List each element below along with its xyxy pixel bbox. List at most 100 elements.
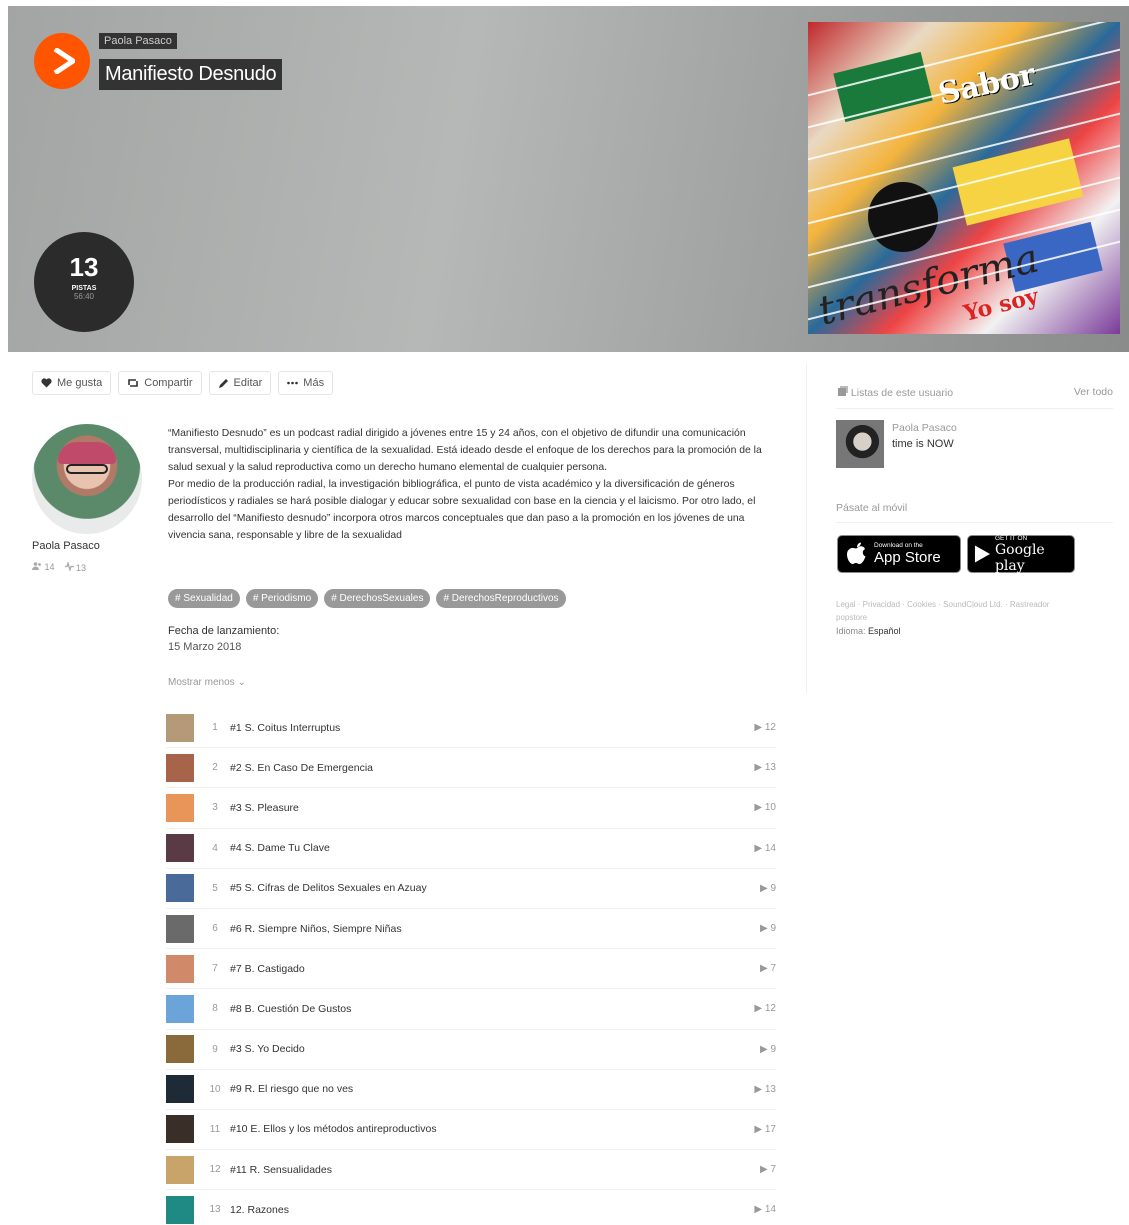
- track-title[interactable]: #3 S. Yo Decido: [230, 1043, 742, 1055]
- repost-icon: [128, 379, 139, 387]
- track-artwork[interactable]: [166, 713, 194, 742]
- playlist-title: Manifiesto Desnudo: [99, 59, 283, 90]
- play-button[interactable]: [34, 33, 90, 89]
- playlists-header: Listas de este usuario Ver todo: [838, 386, 1113, 399]
- playlist-hero: Paola Pasaco Manifiesto Desnudo 13 PISTA…: [8, 6, 1129, 352]
- track-row[interactable]: 9 #3 S. Yo Decido ▶ 9: [166, 1030, 776, 1070]
- track-play-count: ▶ 9: [742, 883, 776, 894]
- track-artwork[interactable]: [166, 793, 194, 822]
- track-title[interactable]: #1 S. Coitus Interruptus: [230, 722, 742, 734]
- track-artwork[interactable]: [166, 874, 194, 903]
- user-avatar[interactable]: [32, 424, 142, 534]
- track-row[interactable]: 12 #11 R. Sensualidades ▶ 7: [166, 1150, 776, 1191]
- track-title[interactable]: #6 R. Siempre Niños, Siempre Niñas: [230, 923, 742, 935]
- track-count-label: PISTAS: [71, 285, 97, 292]
- track-number: 9: [212, 1043, 218, 1055]
- track-title[interactable]: #4 S. Dame Tu Clave: [230, 842, 742, 854]
- sidebar-rule: [836, 408, 1113, 409]
- play-count-icon: ▶: [754, 722, 765, 734]
- track-artwork[interactable]: [166, 1075, 194, 1104]
- tag-periodismo[interactable]: # Periodismo: [245, 589, 319, 608]
- track-artwork[interactable]: [166, 1195, 194, 1224]
- track-row[interactable]: 5 #5 S. Cifras de Delitos Sexuales en Azu…: [166, 869, 776, 909]
- track-row[interactable]: 13 12. Razones ▶ 14: [166, 1190, 776, 1225]
- track-count-number: 13: [69, 252, 99, 282]
- track-artwork[interactable]: [166, 914, 194, 943]
- track-row[interactable]: 4 #4 S. Dame Tu Clave ▶ 14: [166, 829, 776, 869]
- play-count-icon: ▶: [759, 923, 771, 935]
- tag-derechos-reproductivos[interactable]: # DerechosReproductivos: [436, 589, 566, 608]
- repost-label: Compartir: [144, 377, 193, 389]
- play-count-icon: ▶: [754, 842, 765, 854]
- track-row[interactable]: 8 #8 B. Cuestión De Gustos ▶ 12: [166, 989, 776, 1030]
- app-store-button[interactable]: Download on the App Store: [837, 535, 961, 573]
- view-all-link[interactable]: Ver todo: [1074, 386, 1113, 399]
- track-artwork[interactable]: [166, 834, 194, 863]
- edit-label: Editar: [233, 377, 263, 389]
- track-artwork[interactable]: [166, 994, 194, 1023]
- track-title[interactable]: #3 S. Pleasure: [230, 802, 742, 814]
- track-title[interactable]: #11 R. Sensualidades: [230, 1164, 742, 1176]
- track-artwork[interactable]: [166, 1035, 194, 1064]
- hero-username[interactable]: Paola Pasaco: [99, 33, 177, 49]
- playlist-stack-icon: [838, 386, 848, 396]
- cover-shape: [833, 51, 933, 123]
- playlist-duration: 56:40: [73, 292, 95, 301]
- release-date-value: 15 Marzo 2018: [168, 641, 242, 653]
- show-less-toggle[interactable]: Mostrar menos ⌄: [168, 677, 246, 688]
- playlist-user[interactable]: Paola Pasaco: [892, 422, 957, 434]
- track-artwork[interactable]: [166, 954, 194, 983]
- edit-button[interactable]: Editar: [208, 371, 272, 395]
- followers-stat[interactable]: 14: [32, 562, 55, 573]
- track-row[interactable]: 1 #1 S. Coitus Interruptus ▶ 12: [166, 708, 776, 749]
- language-selector[interactable]: Idioma: Español: [836, 626, 901, 636]
- play-count-icon: ▶: [759, 1043, 771, 1055]
- track-title[interactable]: #2 S. En Caso De Emergencia: [230, 762, 742, 774]
- track-artwork[interactable]: [166, 753, 194, 782]
- track-title[interactable]: #8 B. Cuestión De Gustos: [230, 1003, 742, 1015]
- mobile-heading: Pásate al móvil: [836, 502, 908, 514]
- playlist-cover-art[interactable]: Sabor transforma Yo soy: [808, 22, 1120, 334]
- play-count-icon: ▶: [754, 1123, 765, 1135]
- release-date-label: Fecha de lanzamiento:: [168, 625, 280, 637]
- track-row[interactable]: 11 #10 E. Ellos y los métodos antireprodu…: [166, 1110, 776, 1151]
- app-store-big-label: App Store: [874, 549, 941, 566]
- track-title[interactable]: #7 B. Castigado: [230, 963, 742, 975]
- track-list: 1 #1 S. Coitus Interruptus ▶ 12 2 #2 S. En C…: [166, 708, 776, 1225]
- playlists-heading-wrap: Listas de este usuario: [838, 386, 953, 399]
- track-artwork[interactable]: [166, 1115, 194, 1144]
- more-button[interactable]: Más: [278, 371, 334, 395]
- track-number: 3: [212, 802, 218, 814]
- track-row[interactable]: 7 #7 B. Castigado ▶ 7: [166, 949, 776, 990]
- track-count-badge: 13 PISTAS 56:40: [34, 232, 134, 332]
- track-title[interactable]: 12. Razones: [230, 1204, 742, 1216]
- track-number: 6: [212, 923, 218, 935]
- google-play-text: GET IT ON Google play: [995, 535, 1074, 574]
- playlist-link-title[interactable]: time is NOW: [892, 438, 954, 450]
- playlist-thumbnail[interactable]: [836, 420, 884, 468]
- play-count-icon: ▶: [759, 882, 771, 894]
- play-count-value: 7: [770, 1164, 776, 1176]
- track-play-count: ▶ 7: [742, 1164, 776, 1175]
- footer-links[interactable]: Legal · Privacidad · Cookies · SoundClou…: [836, 598, 1076, 624]
- play-count-value: 9: [770, 923, 776, 935]
- play-count-value: 7: [770, 963, 776, 975]
- track-row[interactable]: 2 #2 S. En Caso De Emergencia ▶ 13: [166, 748, 776, 789]
- track-title[interactable]: #5 S. Cifras de Delitos Sexuales en Azua…: [230, 882, 742, 894]
- tracks-stat[interactable]: 13: [64, 560, 86, 573]
- track-row[interactable]: 3 #3 S. Pleasure ▶ 10: [166, 788, 776, 829]
- like-button[interactable]: Me gusta: [32, 371, 112, 395]
- tag-derechos-sexuales[interactable]: # DerechosSexuales: [324, 589, 431, 608]
- repost-button[interactable]: Compartir: [118, 371, 202, 395]
- track-title[interactable]: #10 E. Ellos y los métodos antireproduct…: [230, 1123, 742, 1135]
- user-name[interactable]: Paola Pasaco: [32, 540, 100, 552]
- google-play-button[interactable]: GET IT ON Google play: [967, 535, 1075, 574]
- tag-sexualidad[interactable]: # Sexualidad: [168, 589, 240, 608]
- track-row[interactable]: 6 #6 R. Siempre Niños, Siempre Niñas ▶ 9: [166, 909, 776, 950]
- track-row[interactable]: 10 #9 R. El riesgo que no ves ▶ 13: [166, 1070, 776, 1110]
- tag-list: # Sexualidad # Periodismo # DerechosSexu…: [168, 589, 566, 608]
- track-title[interactable]: #9 R. El riesgo que no ves: [230, 1083, 742, 1095]
- language-label: Idioma:: [836, 626, 866, 636]
- track-artwork[interactable]: [166, 1155, 194, 1184]
- track-number: 13: [209, 1204, 221, 1216]
